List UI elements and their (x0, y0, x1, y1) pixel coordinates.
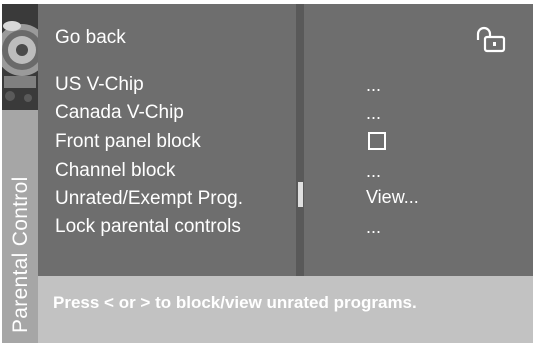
menu-item-unrated-exempt[interactable]: Unrated/Exempt Prog. (55, 188, 243, 210)
front-panel-block-checkbox[interactable] (368, 132, 386, 150)
parental-control-osd: Parental Control Go back US V-Chip Canad… (0, 0, 536, 347)
panel-divider (296, 4, 304, 276)
side-title-strip: Parental Control (2, 4, 39, 343)
channel-block-value[interactable]: ... (366, 160, 381, 182)
help-text: Press < or > to block/view unrated progr… (53, 293, 417, 312)
us-vchip-value[interactable]: ... (366, 74, 381, 96)
help-bar: Press < or > to block/view unrated progr… (38, 276, 533, 343)
menu-panel: Go back US V-Chip Canada V-Chip Front pa… (38, 4, 296, 276)
menu-item-us-vchip[interactable]: US V-Chip (55, 74, 144, 96)
tv-logo (2, 4, 38, 110)
canada-vchip-value[interactable]: ... (366, 102, 381, 124)
tv-logo-icon (2, 4, 38, 110)
menu-item-front-panel-block[interactable]: Front panel block (55, 131, 201, 153)
unlocked-padlock-icon (474, 25, 508, 55)
menu-item-go-back[interactable]: Go back (55, 27, 126, 49)
menu-item-lock-parental-controls[interactable]: Lock parental controls (55, 216, 241, 238)
selection-marker (298, 182, 303, 207)
menu-item-channel-block[interactable]: Channel block (55, 160, 175, 182)
menu-item-canada-vchip[interactable]: Canada V-Chip (55, 102, 184, 124)
unrated-exempt-value[interactable]: View... (366, 186, 419, 208)
side-title-label: Parental Control (9, 176, 32, 333)
value-panel: ... ... ... View... ... (304, 4, 533, 276)
side-title: Parental Control (6, 103, 36, 333)
lock-parental-controls-value[interactable]: ... (366, 216, 381, 238)
